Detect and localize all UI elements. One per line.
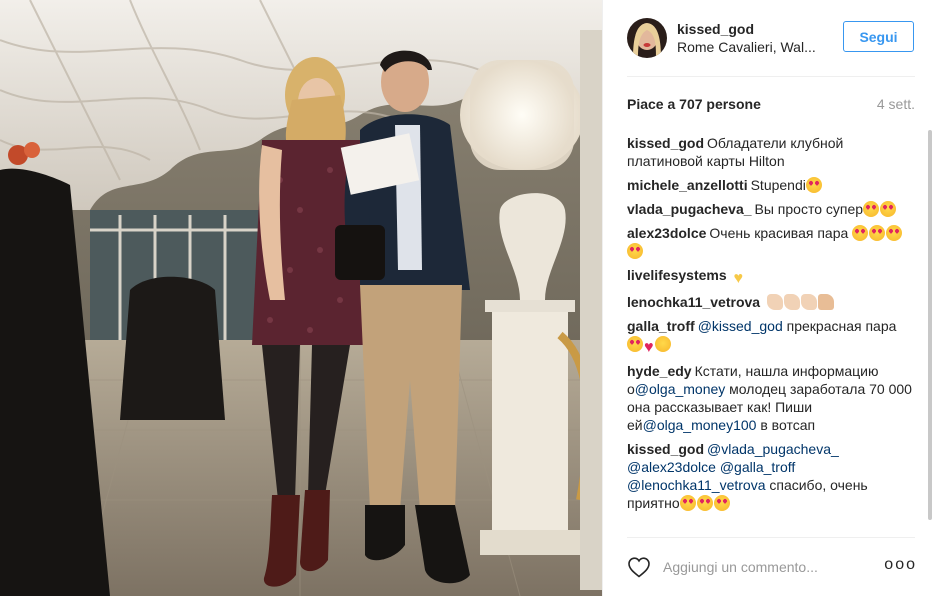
heart-outline-icon[interactable] xyxy=(627,556,651,578)
comment-item: kissed_god @vlada_pugacheva_ @alex23dolce… xyxy=(627,440,917,512)
mention-link[interactable]: @kissed_god xyxy=(698,318,783,334)
mention-link[interactable]: @vlada_pugacheva_ xyxy=(707,441,839,457)
comment-username[interactable]: galla_troff xyxy=(627,318,695,334)
comment-item: kissed_god Обладатели клубной платиновой … xyxy=(627,134,917,170)
red-heart-emoji-icon: ♥ xyxy=(644,339,654,356)
heart-eyes-emoji-icon xyxy=(627,336,643,352)
thumb-emoji-icon xyxy=(817,294,834,310)
likes-count[interactable]: Piace a 707 persone xyxy=(627,96,761,112)
comment-text: Stupendi xyxy=(750,177,806,193)
avatar-image xyxy=(627,18,667,58)
comment-username[interactable]: michele_anzellotti xyxy=(627,177,748,193)
comment-username[interactable]: alex23dolce xyxy=(627,225,706,241)
clap-emoji-icon xyxy=(783,294,800,310)
yellow-heart-emoji-icon: ♥ xyxy=(733,270,744,287)
comment-text: прекрасная пара xyxy=(782,318,897,334)
comment-item: alex23dolce Очень красивая пара xyxy=(627,224,917,260)
more-options-icon[interactable]: ooo xyxy=(884,557,917,573)
comment-bar: ooo xyxy=(627,552,917,582)
mention-link[interactable]: @lenochka11_vetrova xyxy=(627,477,765,493)
clap-emoji-icon xyxy=(800,294,817,310)
heart-eyes-emoji-icon xyxy=(869,225,886,241)
post-location[interactable]: Rome Cavalieri, Wal... xyxy=(677,38,827,56)
follow-button[interactable]: Segui xyxy=(843,21,914,52)
comment-text: Вы просто супер xyxy=(754,201,864,217)
mention-link[interactable]: @olga_money100 xyxy=(643,417,757,433)
heart-eyes-emoji-icon xyxy=(852,225,869,241)
comment-username[interactable]: kissed_god xyxy=(627,441,704,457)
heart-eyes-emoji-icon xyxy=(713,495,730,511)
heart-eyes-emoji-icon xyxy=(805,177,822,193)
comment-username[interactable]: kissed_god xyxy=(627,135,704,151)
comment-item: galla_troff @kissed_god прекрасная пара ♥ xyxy=(627,317,917,356)
comment-text: Очень красивая пара xyxy=(709,225,853,241)
comment-input[interactable] xyxy=(663,559,863,575)
heart-eyes-emoji-icon xyxy=(863,201,880,217)
comment-username[interactable]: hyde_edy xyxy=(627,363,692,379)
heart-eyes-emoji-icon xyxy=(696,495,713,511)
instagram-post: kissed_god Rome Cavalieri, Wal... Segui … xyxy=(0,0,934,596)
comment-item: hyde_edy Кстати, нашла информацию о@olga_… xyxy=(627,362,917,434)
likes-row: Piace a 707 persone 4 sett. xyxy=(627,96,915,112)
comment-username[interactable]: lenochka11_vetrova xyxy=(627,294,760,310)
post-username[interactable]: kissed_god xyxy=(677,20,837,38)
mention-link[interactable]: @olga_money xyxy=(635,381,726,397)
comments-scrollbar[interactable] xyxy=(928,130,932,520)
comment-username[interactable]: vlada_pugacheva_ xyxy=(627,201,752,217)
post-photo[interactable] xyxy=(0,0,602,596)
post-side-panel: kissed_god Rome Cavalieri, Wal... Segui … xyxy=(602,0,934,596)
heart-eyes-emoji-icon xyxy=(627,243,643,259)
header-text: kissed_god Rome Cavalieri, Wal... xyxy=(677,20,837,56)
comment-text: в вотсап xyxy=(756,417,816,433)
comment-item: livelifesystems ♥ xyxy=(627,266,917,287)
heart-eyes-emoji-icon xyxy=(679,495,696,511)
heart-eyes-emoji-icon xyxy=(880,201,897,217)
mention-link[interactable]: @alex23dolce xyxy=(627,459,716,475)
comment-item: lenochka11_vetrova xyxy=(627,293,917,311)
header-divider xyxy=(627,76,915,77)
comment-item: michele_anzellotti Stupendi xyxy=(627,176,917,194)
clap-emoji-icon xyxy=(766,294,783,310)
comments-list: kissed_god Обладатели клубной платиновой … xyxy=(627,134,917,530)
heart-eyes-emoji-icon xyxy=(886,225,903,241)
comment-item: vlada_pugacheva_ Вы просто супер xyxy=(627,200,917,218)
post-header: kissed_god Rome Cavalieri, Wal... Segui xyxy=(603,0,934,76)
mention-link[interactable]: @galla_troff xyxy=(720,459,795,475)
comment-username[interactable]: livelifesystems xyxy=(627,267,727,283)
couple-photo-image xyxy=(0,0,602,596)
kiss-emoji-icon xyxy=(654,336,671,352)
post-time[interactable]: 4 sett. xyxy=(877,96,915,112)
footer-divider xyxy=(627,537,915,538)
avatar[interactable] xyxy=(627,18,667,58)
